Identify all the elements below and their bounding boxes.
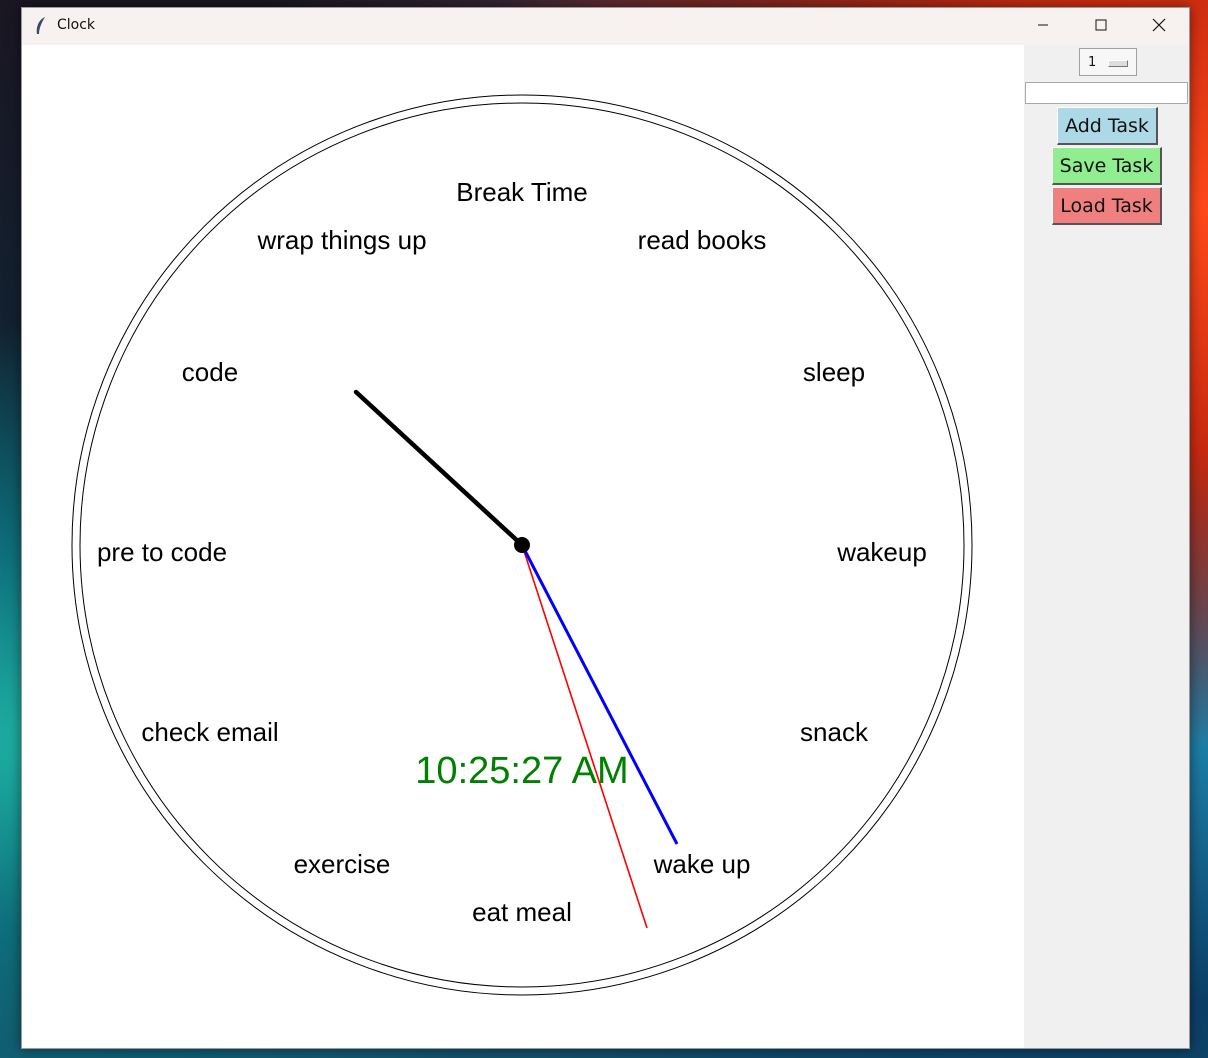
- close-icon: [1152, 18, 1166, 32]
- window-title: Clock: [57, 17, 96, 33]
- maximize-icon: [1095, 19, 1107, 31]
- hour-hand: [353, 389, 525, 548]
- task-label-6: eat meal: [472, 897, 572, 927]
- maximize-button[interactable]: [1072, 8, 1130, 42]
- task-label-11: wrap things up: [256, 225, 426, 255]
- second-hand: [521, 544, 648, 929]
- task-input[interactable]: [1025, 82, 1188, 104]
- digital-time: 10:25:27 AM: [415, 750, 628, 792]
- task-label-2: sleep: [803, 357, 865, 387]
- minute-hand: [520, 544, 679, 845]
- load-task-button[interactable]: Load Task: [1052, 187, 1162, 225]
- close-button[interactable]: [1130, 8, 1188, 42]
- task-label-4: snack: [800, 717, 869, 747]
- clock-window: Clock Break Time read books sleep wakeup sna…: [21, 7, 1190, 1049]
- task-label-1: read books: [638, 225, 767, 255]
- task-label-7: exercise: [294, 849, 391, 879]
- spinbox-value: 1: [1088, 55, 1097, 70]
- minimize-icon: [1038, 24, 1048, 26]
- feather-icon: [36, 17, 45, 34]
- minimize-button[interactable]: [1014, 8, 1072, 42]
- title-bar: Clock: [22, 8, 1189, 45]
- task-label-0: Break Time: [456, 177, 588, 207]
- clock-center-pivot: [514, 537, 530, 553]
- task-label-3: wakeup: [836, 537, 927, 567]
- clock-face: Break Time read books sleep wakeup snack wake…: [71, 94, 973, 996]
- task-label-9: pre to code: [97, 537, 227, 567]
- task-sidepanel: 1 Add Task Save Task Load Task: [1024, 45, 1189, 1048]
- save-task-button[interactable]: Save Task: [1052, 147, 1162, 185]
- clock-canvas: Break Time read books sleep wakeup snack wake…: [22, 45, 1024, 1048]
- task-label-5: wake up: [653, 849, 751, 879]
- task-index-spinbox[interactable]: 1: [1079, 48, 1137, 76]
- task-label-10: code: [182, 357, 238, 387]
- task-label-8: check email: [141, 717, 278, 747]
- spinbox-arrow-icon[interactable]: [1108, 60, 1128, 67]
- add-task-button[interactable]: Add Task: [1057, 107, 1158, 145]
